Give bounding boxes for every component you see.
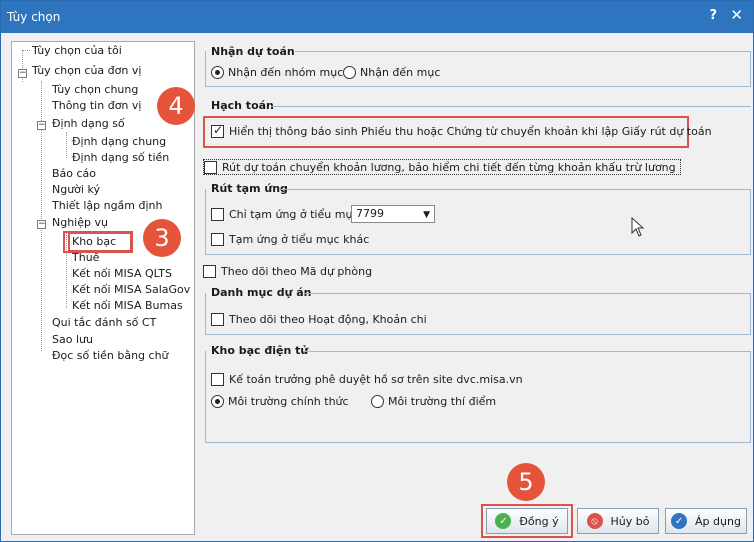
options-dialog: Tùy chọn ? ✕ − − − Tùy chọn của tôi Tùy … <box>0 0 754 542</box>
tree-item-nghiep-vu[interactable]: Nghiệp vụ <box>52 215 108 231</box>
tree-item-doc-so-tien[interactable]: Đọc số tiền bằng chữ <box>52 348 169 364</box>
tree-item-dinh-dang-so[interactable]: Định dạng số <box>52 116 125 132</box>
radio-icon <box>343 65 356 79</box>
radio-icon <box>371 394 384 408</box>
collapse-icon[interactable]: − <box>18 69 27 78</box>
checkbox-tam-ung-khac[interactable]: Tạm ứng ở tiểu mục khác <box>211 231 369 247</box>
highlight-kho-bac <box>63 231 133 253</box>
apply-button[interactable]: ✓ Áp dụng <box>665 508 747 534</box>
cancel-button[interactable]: ⦸ Hủy bỏ <box>577 508 659 534</box>
collapse-icon[interactable]: − <box>37 220 46 229</box>
radio-label: Nhận đến mục <box>360 65 441 79</box>
mouse-cursor-icon <box>631 217 645 237</box>
cancel-label: Hủy bỏ <box>610 514 650 528</box>
checkbox-label: Tạm ứng ở tiểu mục khác <box>229 232 370 246</box>
tieu-muc-select[interactable]: 7799 ▼ <box>351 205 435 223</box>
group-line <box>295 51 751 52</box>
tree-item-qui-tac-danh-so[interactable]: Qui tắc đánh số CT <box>52 315 156 331</box>
select-value: 7799 <box>356 207 384 220</box>
radio-label: Môi trường thí điểm <box>388 394 497 408</box>
radio-label: Môi trường chính thức <box>228 394 349 408</box>
radio-icon <box>211 394 224 408</box>
checkbox-icon <box>211 312 224 326</box>
tree-line <box>22 50 30 51</box>
tree-item-nguoi-ky[interactable]: Người ký <box>52 182 100 198</box>
checkbox-ke-toan-truong[interactable]: Kế toán trưởng phê duyệt hồ sơ trên site… <box>211 371 523 387</box>
help-button[interactable]: ? <box>709 8 717 23</box>
tree-item-ket-noi-qlts[interactable]: Kết nối MISA QLTS <box>72 266 172 282</box>
checkbox-hien-thi-thong-bao[interactable]: Hiển thị thông báo sinh Phiếu thu hoặc C… <box>211 123 712 139</box>
checkbox-label: Hiển thị thông báo sinh Phiếu thu hoặc C… <box>229 124 712 138</box>
apply-check-icon: ✓ <box>671 513 688 529</box>
checkbox-chi-tam-ung[interactable]: Chỉ tạm ứng ở tiểu mục <box>211 206 358 222</box>
checkbox-ma-du-phong[interactable]: Theo dõi theo Mã dự phòng <box>203 263 372 279</box>
checkbox-icon <box>204 160 217 174</box>
checkbox-icon <box>203 264 216 278</box>
checkbox-hoat-dong-khoan-chi[interactable]: Theo dõi theo Hoạt động, Khoản chi <box>211 311 427 327</box>
step-badge-3: 3 <box>143 219 181 257</box>
checkbox-label: Kế toán trưởng phê duyệt hồ sơ trên site… <box>229 372 523 386</box>
close-button[interactable]: ✕ <box>730 6 743 24</box>
options-panel: Nhận dự toán Nhận đến nhóm mục Nhận đến … <box>201 41 753 501</box>
radio-moi-truong-thi-diem[interactable]: Môi trường thí điểm <box>371 393 496 409</box>
checkbox-icon <box>211 232 224 246</box>
checkbox-label: Rút dự toán chuyển khoản lương, bảo hiểm… <box>222 160 676 174</box>
cancel-icon: ⦸ <box>586 513 603 529</box>
check-icon: ✓ <box>495 513 512 529</box>
group-line <box>271 106 751 107</box>
checkbox-icon <box>211 123 224 138</box>
radio-label: Nhận đến nhóm mục <box>228 65 344 79</box>
tree-item-bao-cao[interactable]: Báo cáo <box>52 166 96 182</box>
tree-line <box>66 132 67 158</box>
collapse-icon[interactable]: − <box>37 121 46 130</box>
checkbox-icon <box>211 372 224 386</box>
ok-label: Đồng ý <box>519 514 559 528</box>
apply-label: Áp dụng <box>695 514 741 528</box>
tree-item-dinh-dang-chung[interactable]: Định dạng chung <box>72 134 166 150</box>
tree-item-ket-noi-bumas[interactable]: Kết nối MISA Bumas <box>72 298 183 314</box>
tree-item-thiet-lap-ngam-dinh[interactable]: Thiết lập ngầm định <box>52 198 163 214</box>
group-title-hach-toan: Hạch toán <box>211 99 274 112</box>
radio-icon <box>211 65 224 79</box>
group-line <box>281 189 751 190</box>
checkbox-icon <box>211 207 224 221</box>
radio-nhan-den-nhom-muc[interactable]: Nhận đến nhóm mục <box>211 64 343 80</box>
window-title: Tùy chọn <box>7 10 61 24</box>
title-bar: Tùy chọn ? ✕ <box>1 1 753 33</box>
checkbox-label: Theo dõi theo Hoạt động, Khoản chi <box>229 312 427 326</box>
radio-nhan-den-muc[interactable]: Nhận đến mục <box>343 64 440 80</box>
group-line <box>305 293 751 294</box>
tree-item-tuy-chon-cua-don-vi[interactable]: Tùy chọn của đơn vị <box>32 63 141 79</box>
tree-item-dinh-dang-so-tien[interactable]: Định dạng số tiền <box>72 150 169 166</box>
dropdown-arrow-icon: ▼ <box>423 210 430 220</box>
group-line <box>303 351 751 352</box>
ok-button[interactable]: ✓ Đồng ý <box>486 508 568 534</box>
tree-item-ket-noi-salagov[interactable]: Kết nối MISA SalaGov <box>72 282 190 298</box>
radio-moi-truong-chinh-thuc[interactable]: Môi trường chính thức <box>211 393 349 409</box>
step-badge-4: 4 <box>157 87 195 125</box>
tree-item-tuy-chon-chung[interactable]: Tùy chọn chung <box>52 82 138 98</box>
tree-item-thong-tin-don-vi[interactable]: Thông tin đơn vị <box>52 98 141 114</box>
checkbox-label: Chỉ tạm ứng ở tiểu mục <box>229 207 359 221</box>
step-badge-5: 5 <box>507 463 545 501</box>
checkbox-label: Theo dõi theo Mã dự phòng <box>221 264 373 278</box>
tree-item-tuy-chon-cua-toi[interactable]: Tùy chọn của tôi <box>32 43 122 59</box>
tree-item-sao-luu[interactable]: Sao lưu <box>52 332 93 348</box>
checkbox-rut-du-toan[interactable]: Rút dự toán chuyển khoản lương, bảo hiểm… <box>203 159 681 175</box>
